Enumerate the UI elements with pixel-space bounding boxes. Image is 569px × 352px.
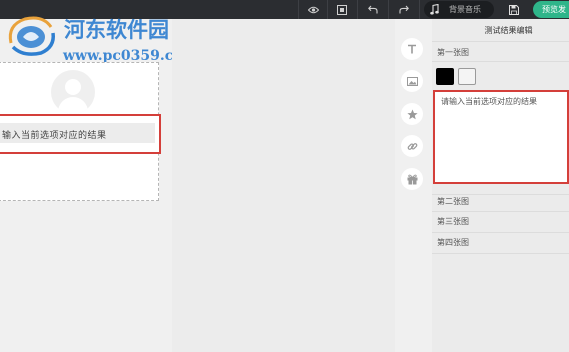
avatar-body-shape bbox=[58, 97, 88, 114]
panel-divider bbox=[432, 211, 569, 212]
preview-eye-button[interactable] bbox=[299, 0, 327, 19]
background-music-button[interactable]: 背景音乐 bbox=[424, 1, 494, 18]
watermark-logo-icon bbox=[8, 16, 55, 56]
redo-icon bbox=[399, 5, 409, 14]
toolbar-divider bbox=[419, 0, 420, 19]
add-link-tool[interactable] bbox=[401, 135, 423, 157]
undo-icon bbox=[368, 5, 378, 14]
music-note-icon bbox=[428, 3, 441, 16]
music-label: 背景音乐 bbox=[449, 5, 481, 14]
add-image-tool[interactable] bbox=[401, 70, 423, 92]
panel-title: 测试结果编辑 bbox=[484, 26, 533, 35]
toolbar-divider bbox=[357, 0, 358, 19]
fullscreen-icon bbox=[337, 4, 347, 15]
text-color-swatch[interactable] bbox=[436, 68, 454, 85]
result-text: 输入当前选项对应的结果 bbox=[2, 131, 107, 141]
section-1-label[interactable]: 第一张图 bbox=[437, 47, 469, 58]
section-2-label[interactable]: 第二张图 bbox=[437, 196, 469, 207]
avatar-placeholder[interactable] bbox=[51, 70, 95, 114]
text-icon bbox=[408, 44, 416, 54]
panel-divider bbox=[432, 232, 569, 233]
avatar-head-shape bbox=[65, 79, 81, 95]
add-shape-tool[interactable] bbox=[401, 103, 423, 125]
redo-button[interactable] bbox=[390, 0, 418, 19]
panel-divider bbox=[432, 61, 569, 62]
result-textarea[interactable]: 请输入当前选项对应的结果 bbox=[433, 90, 569, 184]
image-icon bbox=[406, 76, 418, 86]
add-widget-tool[interactable] bbox=[401, 168, 423, 190]
editor-canvas-background bbox=[172, 19, 395, 352]
save-button[interactable] bbox=[500, 0, 528, 19]
panel-divider bbox=[432, 41, 569, 42]
widget-icon bbox=[407, 174, 417, 184]
add-text-tool[interactable] bbox=[401, 38, 423, 60]
section-3-label[interactable]: 第三张图 bbox=[437, 216, 469, 227]
eye-icon bbox=[307, 6, 319, 13]
toolbar-divider bbox=[388, 0, 389, 19]
section-4-label[interactable]: 第四张图 bbox=[437, 237, 469, 248]
result-text-element[interactable]: 输入当前选项对应的结果 bbox=[0, 114, 161, 154]
watermark-title: 河东软件园 bbox=[64, 18, 169, 42]
panel-divider bbox=[432, 253, 569, 254]
link-icon bbox=[407, 142, 417, 150]
panel-divider bbox=[432, 194, 569, 195]
star-icon bbox=[406, 109, 418, 119]
publish-button[interactable]: 预览发 bbox=[533, 1, 569, 18]
fullscreen-button[interactable] bbox=[328, 0, 356, 19]
result-textarea-placeholder: 请输入当前选项对应的结果 bbox=[441, 97, 537, 106]
background-color-swatch[interactable] bbox=[458, 68, 476, 85]
save-icon bbox=[509, 4, 519, 15]
undo-button[interactable] bbox=[359, 0, 387, 19]
